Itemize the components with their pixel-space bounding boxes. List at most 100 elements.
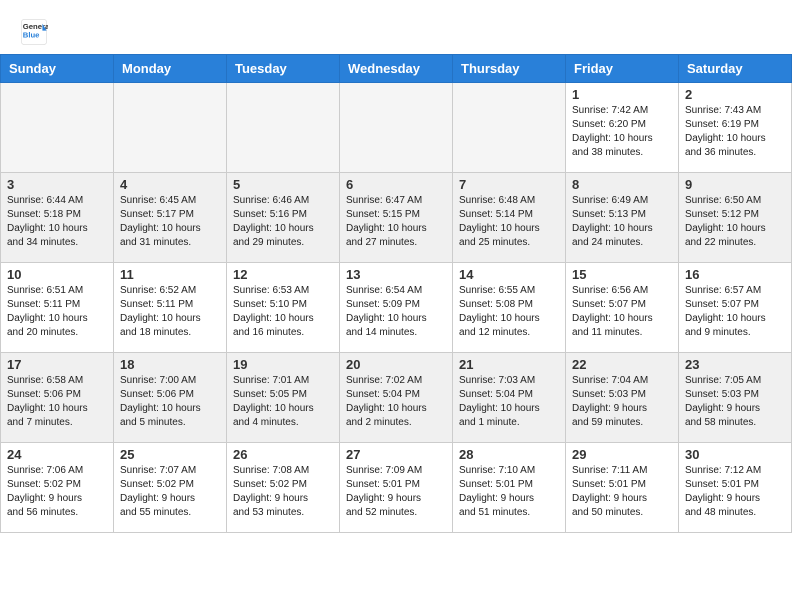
calendar-cell xyxy=(227,83,340,173)
day-number: 18 xyxy=(120,357,220,372)
weekday-header-friday: Friday xyxy=(566,55,679,83)
day-info: Sunrise: 6:58 AM Sunset: 5:06 PM Dayligh… xyxy=(7,374,107,430)
calendar-cell: 11 Sunrise: 6:52 AM Sunset: 5:11 PM Dayli… xyxy=(114,263,227,353)
weekday-header-saturday: Saturday xyxy=(679,55,792,83)
weekday-header-sunday: Sunday xyxy=(1,55,114,83)
day-number: 24 xyxy=(7,447,107,462)
logo: General Blue xyxy=(20,18,48,46)
day-number: 10 xyxy=(7,267,107,282)
weekday-header-row: SundayMondayTuesdayWednesdayThursdayFrid… xyxy=(1,55,792,83)
calendar-cell: 4 Sunrise: 6:45 AM Sunset: 5:17 PM Daylig… xyxy=(114,173,227,263)
calendar-cell: 22 Sunrise: 7:04 AM Sunset: 5:03 PM Dayli… xyxy=(566,353,679,443)
day-number: 21 xyxy=(459,357,559,372)
weekday-header-monday: Monday xyxy=(114,55,227,83)
calendar-cell: 14Sunrise: 6:55 AM Sunset: 5:08 PM Dayli… xyxy=(453,263,566,353)
calendar-cell: 16 Sunrise: 6:57 AM Sunset: 5:07 PM Dayli… xyxy=(679,263,792,353)
calendar-cell: 8Sunrise: 6:49 AM Sunset: 5:13 PM Daylig… xyxy=(566,173,679,263)
day-number: 17 xyxy=(7,357,107,372)
calendar-cell: 17 Sunrise: 6:58 AM Sunset: 5:06 PM Dayli… xyxy=(1,353,114,443)
day-info: Sunrise: 6:45 AM Sunset: 5:17 PM Dayligh… xyxy=(120,194,220,250)
calendar-cell: 27 Sunrise: 7:09 AM Sunset: 5:01 PM Dayli… xyxy=(340,443,453,533)
day-number: 4 xyxy=(120,177,220,192)
header: General Blue xyxy=(0,0,792,54)
day-info: Sunrise: 6:50 AM Sunset: 5:12 PM Dayligh… xyxy=(685,194,785,250)
week-row-5: 24 Sunrise: 7:06 AM Sunset: 5:02 PM Dayli… xyxy=(1,443,792,533)
calendar-cell: 3 Sunrise: 6:44 AM Sunset: 5:18 PM Daylig… xyxy=(1,173,114,263)
calendar-cell xyxy=(453,83,566,173)
calendar-cell: 13 Sunrise: 6:54 AM Sunset: 5:09 PM Dayli… xyxy=(340,263,453,353)
calendar-cell: 5Sunrise: 6:46 AM Sunset: 5:16 PM Daylig… xyxy=(227,173,340,263)
calendar-cell: 2 Sunrise: 7:43 AM Sunset: 6:19 PM Daylig… xyxy=(679,83,792,173)
day-info: Sunrise: 6:51 AM Sunset: 5:11 PM Dayligh… xyxy=(7,284,107,340)
day-info: Sunrise: 7:43 AM Sunset: 6:19 PM Dayligh… xyxy=(685,104,785,160)
calendar-cell: 10 Sunrise: 6:51 AM Sunset: 5:11 PM Dayli… xyxy=(1,263,114,353)
calendar-cell: 12Sunrise: 6:53 AM Sunset: 5:10 PM Dayli… xyxy=(227,263,340,353)
day-info: Sunrise: 7:03 AM Sunset: 5:04 PM Dayligh… xyxy=(459,374,559,430)
week-row-2: 3 Sunrise: 6:44 AM Sunset: 5:18 PM Daylig… xyxy=(1,173,792,263)
calendar-cell xyxy=(340,83,453,173)
day-info: Sunrise: 7:04 AM Sunset: 5:03 PM Dayligh… xyxy=(572,374,672,430)
day-number: 23 xyxy=(685,357,785,372)
day-info: Sunrise: 7:06 AM Sunset: 5:02 PM Dayligh… xyxy=(7,464,107,520)
day-info: Sunrise: 7:10 AM Sunset: 5:01 PM Dayligh… xyxy=(459,464,559,520)
day-info: Sunrise: 6:44 AM Sunset: 5:18 PM Dayligh… xyxy=(7,194,107,250)
calendar-cell: 29 Sunrise: 7:11 AM Sunset: 5:01 PM Dayli… xyxy=(566,443,679,533)
day-info: Sunrise: 7:09 AM Sunset: 5:01 PM Dayligh… xyxy=(346,464,446,520)
day-number: 29 xyxy=(572,447,672,462)
calendar-cell xyxy=(1,83,114,173)
day-number: 11 xyxy=(120,267,220,282)
calendar-cell: 20 Sunrise: 7:02 AM Sunset: 5:04 PM Dayli… xyxy=(340,353,453,443)
calendar-cell: 9 Sunrise: 6:50 AM Sunset: 5:12 PM Daylig… xyxy=(679,173,792,263)
day-info: Sunrise: 7:07 AM Sunset: 5:02 PM Dayligh… xyxy=(120,464,220,520)
day-info: Sunrise: 6:48 AM Sunset: 5:14 PM Dayligh… xyxy=(459,194,559,250)
day-info: Sunrise: 6:46 AM Sunset: 5:16 PM Dayligh… xyxy=(233,194,333,250)
day-number: 9 xyxy=(685,177,785,192)
day-number: 28 xyxy=(459,447,559,462)
calendar-cell: 24 Sunrise: 7:06 AM Sunset: 5:02 PM Dayli… xyxy=(1,443,114,533)
calendar-cell: 30 Sunrise: 7:12 AM Sunset: 5:01 PM Dayli… xyxy=(679,443,792,533)
day-info: Sunrise: 6:56 AM Sunset: 5:07 PM Dayligh… xyxy=(572,284,672,340)
calendar-cell: 26Sunrise: 7:08 AM Sunset: 5:02 PM Dayli… xyxy=(227,443,340,533)
day-number: 1 xyxy=(572,87,672,102)
day-info: Sunrise: 7:00 AM Sunset: 5:06 PM Dayligh… xyxy=(120,374,220,430)
page-container: General Blue SundayMondayTuesdayWednesda… xyxy=(0,0,792,533)
day-info: Sunrise: 7:12 AM Sunset: 5:01 PM Dayligh… xyxy=(685,464,785,520)
calendar-cell: 18 Sunrise: 7:00 AM Sunset: 5:06 PM Dayli… xyxy=(114,353,227,443)
calendar-cell: 19 Sunrise: 7:01 AM Sunset: 5:05 PM Dayli… xyxy=(227,353,340,443)
calendar-cell: 28 Sunrise: 7:10 AM Sunset: 5:01 PM Dayli… xyxy=(453,443,566,533)
day-number: 8 xyxy=(572,177,672,192)
calendar-cell: 23 Sunrise: 7:05 AM Sunset: 5:03 PM Dayli… xyxy=(679,353,792,443)
day-info: Sunrise: 7:11 AM Sunset: 5:01 PM Dayligh… xyxy=(572,464,672,520)
day-info: Sunrise: 6:52 AM Sunset: 5:11 PM Dayligh… xyxy=(120,284,220,340)
day-number: 2 xyxy=(685,87,785,102)
week-row-1: 1Sunrise: 7:42 AM Sunset: 6:20 PM Daylig… xyxy=(1,83,792,173)
day-number: 30 xyxy=(685,447,785,462)
day-number: 26 xyxy=(233,447,333,462)
calendar-cell xyxy=(114,83,227,173)
calendar-cell: 1Sunrise: 7:42 AM Sunset: 6:20 PM Daylig… xyxy=(566,83,679,173)
day-number: 19 xyxy=(233,357,333,372)
calendar-cell: 21 Sunrise: 7:03 AM Sunset: 5:04 PM Dayli… xyxy=(453,353,566,443)
day-number: 14 xyxy=(459,267,559,282)
day-number: 22 xyxy=(572,357,672,372)
day-info: Sunrise: 7:01 AM Sunset: 5:05 PM Dayligh… xyxy=(233,374,333,430)
day-number: 15 xyxy=(572,267,672,282)
day-info: Sunrise: 7:02 AM Sunset: 5:04 PM Dayligh… xyxy=(346,374,446,430)
day-info: Sunrise: 6:54 AM Sunset: 5:09 PM Dayligh… xyxy=(346,284,446,340)
calendar-cell: 6 Sunrise: 6:47 AM Sunset: 5:15 PM Daylig… xyxy=(340,173,453,263)
day-number: 13 xyxy=(346,267,446,282)
day-number: 16 xyxy=(685,267,785,282)
day-number: 27 xyxy=(346,447,446,462)
calendar-cell: 7Sunrise: 6:48 AM Sunset: 5:14 PM Daylig… xyxy=(453,173,566,263)
day-info: Sunrise: 6:47 AM Sunset: 5:15 PM Dayligh… xyxy=(346,194,446,250)
day-info: Sunrise: 6:57 AM Sunset: 5:07 PM Dayligh… xyxy=(685,284,785,340)
day-number: 20 xyxy=(346,357,446,372)
day-number: 3 xyxy=(7,177,107,192)
day-info: Sunrise: 6:53 AM Sunset: 5:10 PM Dayligh… xyxy=(233,284,333,340)
day-number: 6 xyxy=(346,177,446,192)
calendar-cell: 15 Sunrise: 6:56 AM Sunset: 5:07 PM Dayli… xyxy=(566,263,679,353)
weekday-header-thursday: Thursday xyxy=(453,55,566,83)
svg-text:Blue: Blue xyxy=(23,31,40,40)
day-number: 25 xyxy=(120,447,220,462)
day-info: Sunrise: 7:05 AM Sunset: 5:03 PM Dayligh… xyxy=(685,374,785,430)
